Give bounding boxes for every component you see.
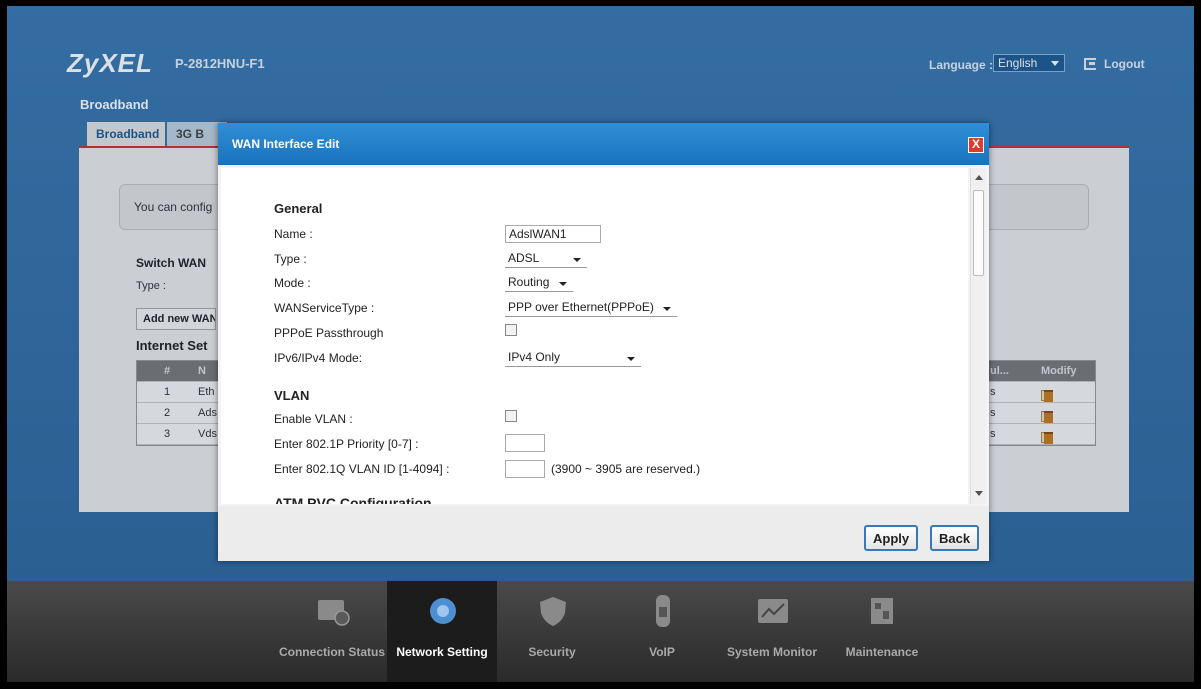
- mode-select[interactable]: Routing: [505, 274, 573, 292]
- ip-mode-label: IPv6/IPv4 Mode:: [274, 351, 363, 365]
- nav-system-monitor[interactable]: System Monitor: [717, 581, 827, 682]
- mode-label: Mode :: [274, 276, 311, 290]
- pppoe-passthrough-label: PPPoE Passthrough: [274, 326, 384, 340]
- voip-icon: [656, 595, 670, 627]
- wan-service-type-value: PPP over Ethernet(PPPoE): [508, 300, 654, 314]
- wan-service-type-select[interactable]: PPP over Ethernet(PPPoE): [505, 299, 677, 317]
- priority-input[interactable]: [505, 434, 545, 452]
- priority-label: Enter 802.1P Priority [0-7] :: [274, 437, 419, 451]
- wan-interface-edit-dialog: WAN Interface Edit X General Name : Adsl…: [218, 123, 989, 561]
- nav-network-setting[interactable]: Network Setting: [387, 581, 497, 682]
- type-label: Type :: [274, 252, 307, 266]
- maintenance-icon: [871, 598, 893, 624]
- vlan-id-input[interactable]: [505, 460, 545, 478]
- nav-voip[interactable]: VoIP: [607, 581, 717, 682]
- chevron-down-icon: [627, 357, 635, 361]
- ip-mode-select[interactable]: IPv4 Only: [505, 349, 641, 367]
- nav-security[interactable]: Security: [497, 581, 607, 682]
- dialog-scrollbar[interactable]: [970, 168, 986, 504]
- nav-label: Maintenance: [845, 645, 919, 659]
- chevron-down-icon: [559, 282, 567, 286]
- bottom-nav-bar: Connection Status Network Setting Securi…: [7, 581, 1194, 682]
- mode-value: Routing: [508, 275, 550, 289]
- nav-label: Connection Status: [278, 645, 385, 659]
- nav-maintenance[interactable]: Maintenance: [827, 581, 937, 682]
- back-button[interactable]: Back: [930, 525, 980, 551]
- nav-label: Network Setting: [396, 645, 488, 659]
- vlan-id-note: (3900 ~ 3905 are reserved.): [551, 462, 701, 476]
- nav-connection-status[interactable]: Connection Status: [277, 581, 387, 682]
- connection-status-icon: [318, 600, 350, 626]
- type-value: ADSL: [508, 251, 540, 265]
- enable-vlan-checkbox[interactable]: [505, 410, 517, 422]
- chevron-down-icon: [573, 258, 581, 262]
- app-frame: ZyXEL P-2812HNU-F1 Language : English Lo…: [7, 6, 1194, 682]
- scroll-up-icon[interactable]: [975, 175, 983, 180]
- security-icon: [540, 597, 566, 626]
- wan-service-type-label: WANServiceType :: [274, 301, 375, 315]
- dialog-body: General Name : AdslWAN1 Type : ADSL Mode…: [221, 168, 968, 504]
- type-select[interactable]: ADSL: [505, 250, 587, 268]
- dialog-title: WAN Interface Edit: [232, 137, 340, 151]
- system-monitor-icon: [758, 599, 788, 623]
- ip-mode-value: IPv4 Only: [508, 350, 561, 364]
- scroll-thumb[interactable]: [973, 190, 984, 276]
- scroll-down-icon[interactable]: [975, 491, 983, 496]
- pppoe-passthrough-checkbox[interactable]: [505, 324, 517, 336]
- chevron-down-icon: [663, 307, 671, 311]
- nav-label: VoIP: [649, 645, 675, 659]
- name-label: Name :: [274, 227, 313, 241]
- close-icon[interactable]: X: [968, 137, 984, 153]
- vlan-id-label: Enter 802.1Q VLAN ID [1-4094] :: [274, 462, 450, 476]
- general-section-title: General: [274, 201, 323, 216]
- apply-button[interactable]: Apply: [864, 525, 919, 551]
- vlan-section-title: VLAN: [274, 388, 310, 403]
- name-input[interactable]: AdslWAN1: [505, 225, 601, 243]
- network-setting-icon: [430, 598, 456, 624]
- atm-pvc-section-title: ATM PVC Configuration: [274, 495, 432, 504]
- dialog-title-bar: WAN Interface Edit X: [218, 123, 989, 165]
- nav-label: Security: [528, 645, 576, 659]
- enable-vlan-label: Enable VLAN :: [274, 412, 353, 426]
- nav-label: System Monitor: [726, 645, 817, 659]
